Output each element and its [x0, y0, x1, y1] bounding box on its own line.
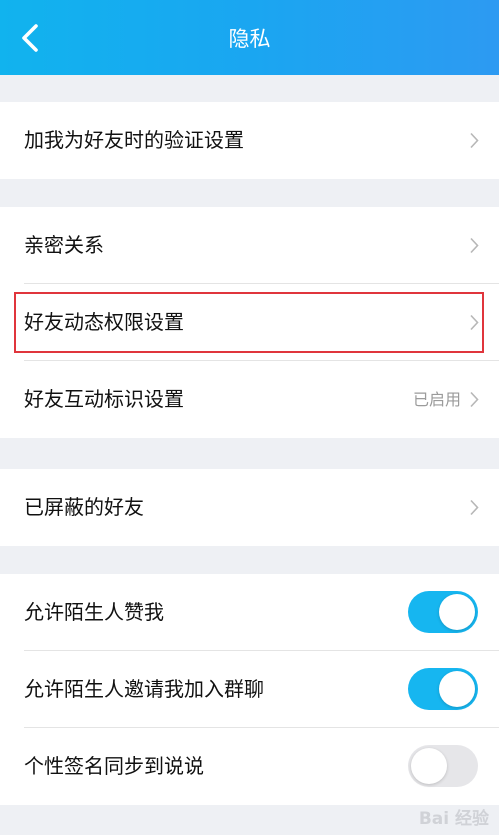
row-label: 好友动态权限设置	[24, 310, 184, 334]
toggle-knob	[411, 748, 447, 784]
row-label: 加我为好友时的验证设置	[24, 128, 244, 152]
toggle-knob	[439, 671, 475, 707]
toggle-switch-stranger-likes[interactable]	[408, 591, 478, 633]
toggle-switch-stranger-invite[interactable]	[408, 668, 478, 710]
group-verification: 加我为好友时的验证设置	[0, 102, 499, 179]
chevron-right-icon	[470, 314, 479, 331]
nav-header: 隐私	[0, 0, 499, 75]
row-label: 亲密关系	[24, 233, 104, 257]
row-label: 允许陌生人邀请我加入群聊	[24, 677, 264, 701]
group-stranger-permissions: 允许陌生人赞我 允许陌生人邀请我加入群聊 个性签名同步到说说	[0, 574, 499, 805]
watermark: Bai 经验	[418, 809, 489, 829]
row-label: 已屏蔽的好友	[24, 495, 144, 519]
chevron-right-icon	[470, 132, 479, 149]
chevron-right-icon	[470, 391, 479, 408]
row-allow-stranger-group-invite: 允许陌生人邀请我加入群聊	[0, 651, 499, 728]
page-title: 隐私	[228, 27, 271, 51]
row-status-value: 已启用	[412, 390, 461, 409]
row-label: 个性签名同步到说说	[24, 754, 204, 778]
group-blocked: 已屏蔽的好友	[0, 469, 499, 546]
group-relations: 亲密关系 好友动态权限设置 好友互动标识设置 已启用	[0, 207, 499, 438]
chevron-left-icon	[22, 24, 38, 52]
toggle-knob	[439, 594, 475, 630]
row-friend-interaction-badges[interactable]: 好友互动标识设置 已启用	[0, 361, 499, 438]
row-sync-signature: 个性签名同步到说说	[0, 728, 499, 805]
row-friend-verification[interactable]: 加我为好友时的验证设置	[0, 102, 499, 179]
row-label: 好友互动标识设置	[24, 387, 184, 411]
row-label: 允许陌生人赞我	[24, 600, 164, 624]
toggle-switch-sync-signature[interactable]	[408, 745, 478, 787]
chevron-right-icon	[470, 499, 479, 516]
row-allow-stranger-likes: 允许陌生人赞我	[0, 574, 499, 651]
chevron-right-icon	[470, 237, 479, 254]
row-friend-feed-permissions[interactable]: 好友动态权限设置	[0, 284, 499, 361]
row-intimate-relations[interactable]: 亲密关系	[0, 207, 499, 284]
back-button[interactable]	[14, 20, 50, 56]
row-blocked-friends[interactable]: 已屏蔽的好友	[0, 469, 499, 546]
